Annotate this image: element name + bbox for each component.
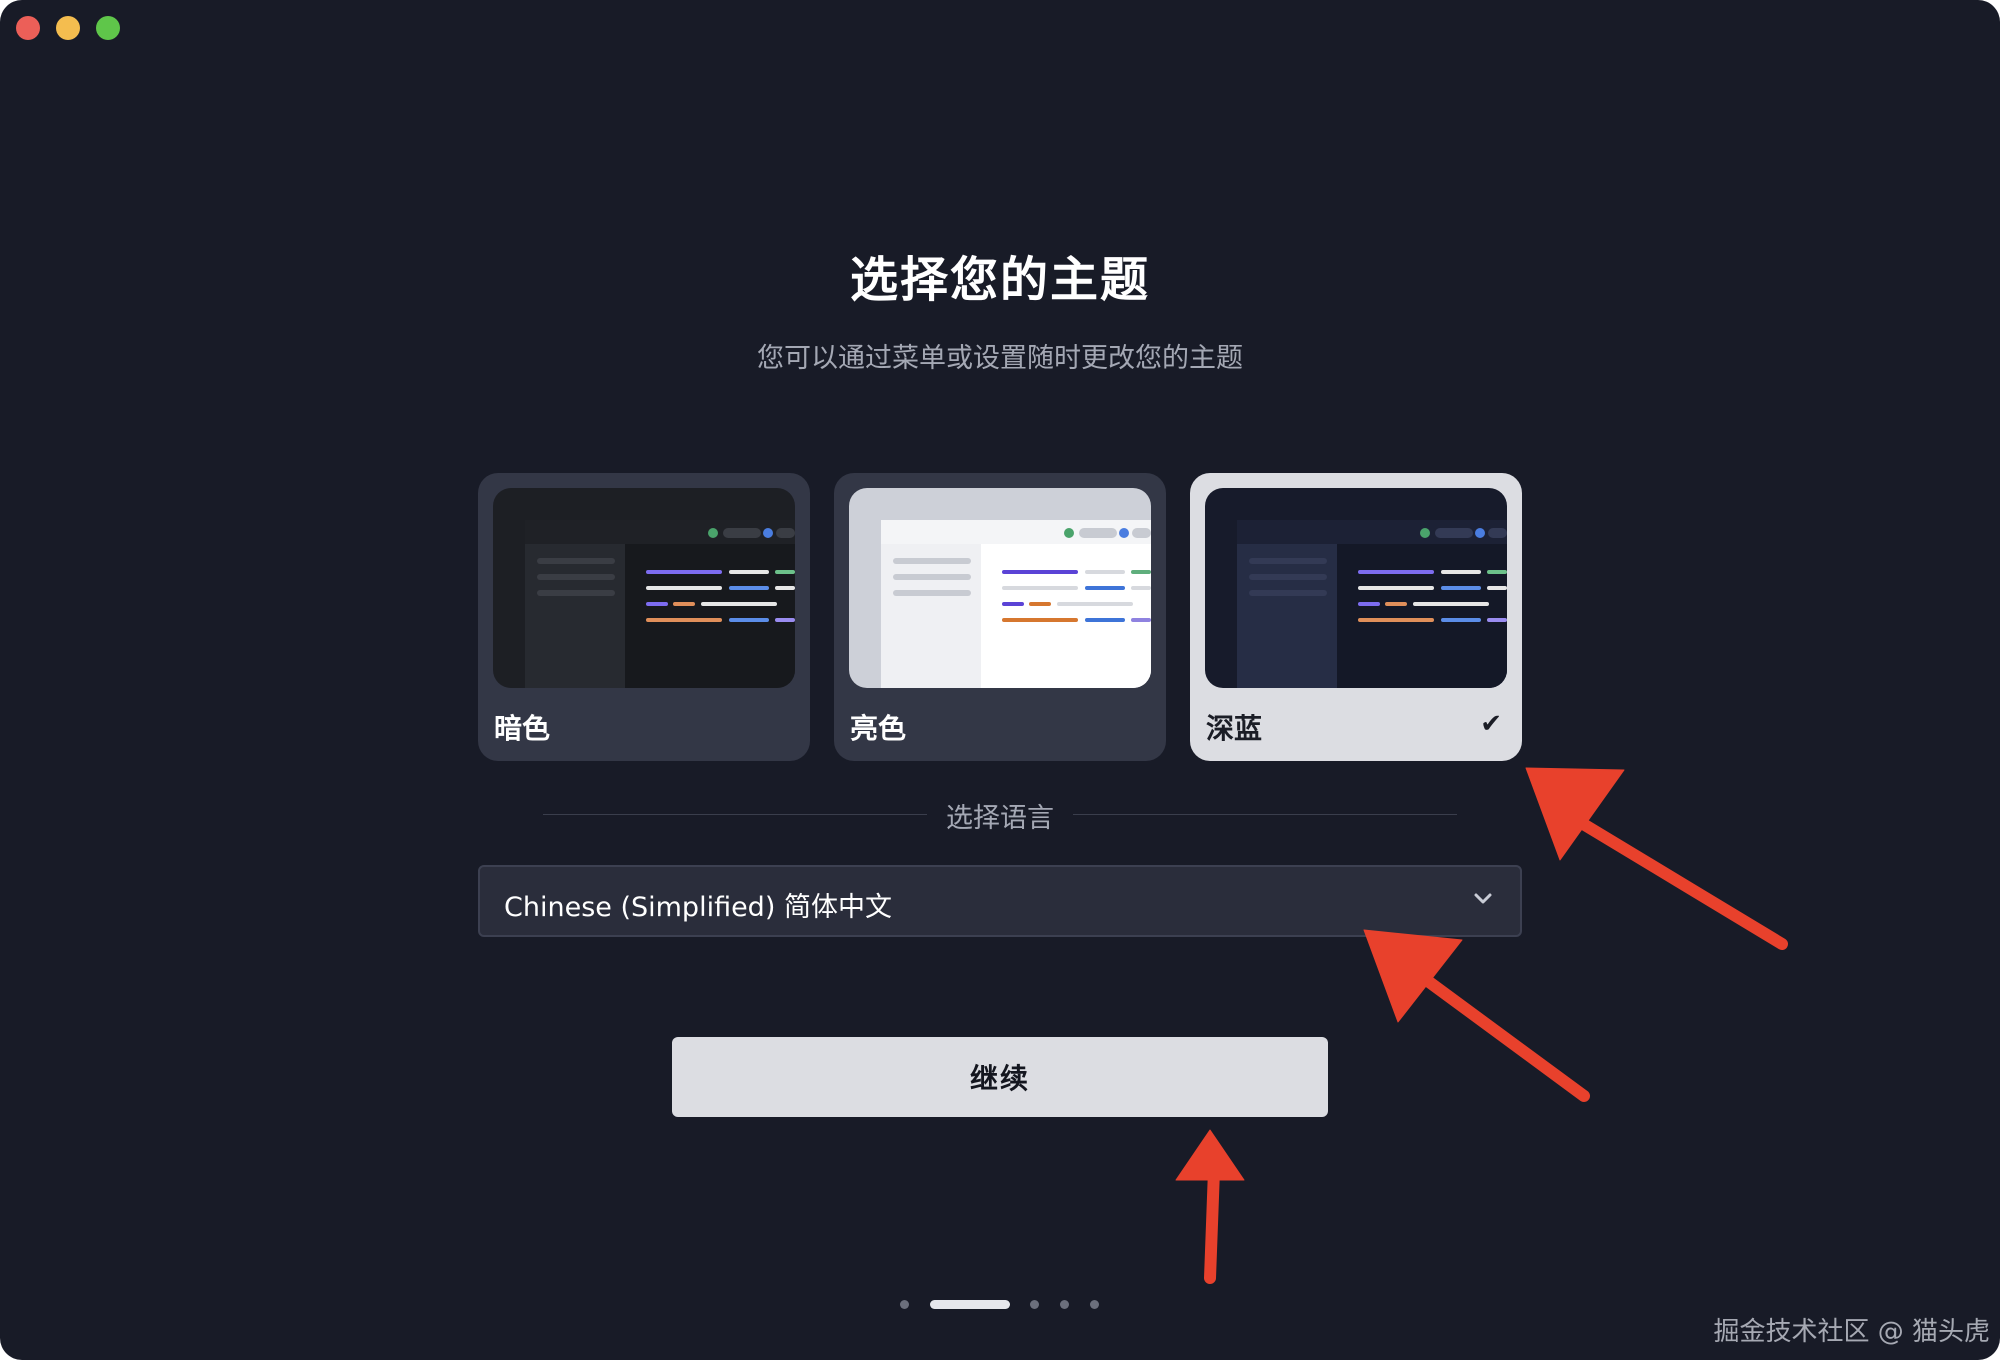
annotation-arrow-1 (1554, 804, 1788, 950)
annotation-arrowhead-2 (1363, 929, 1463, 1023)
watermark: 掘金技术社区 @ 猫头虎 (1713, 1317, 1990, 1347)
annotation-arrow-3 (1204, 1164, 1220, 1284)
annotation-arrows (1175, 767, 1788, 1284)
app-window: 选择您的主题 您可以通过菜单或设置随时更改您的主题 暗色 亮色 深蓝 ✔ 选择语… (0, 0, 2000, 1360)
annotation-arrowhead-3 (1175, 1129, 1245, 1181)
